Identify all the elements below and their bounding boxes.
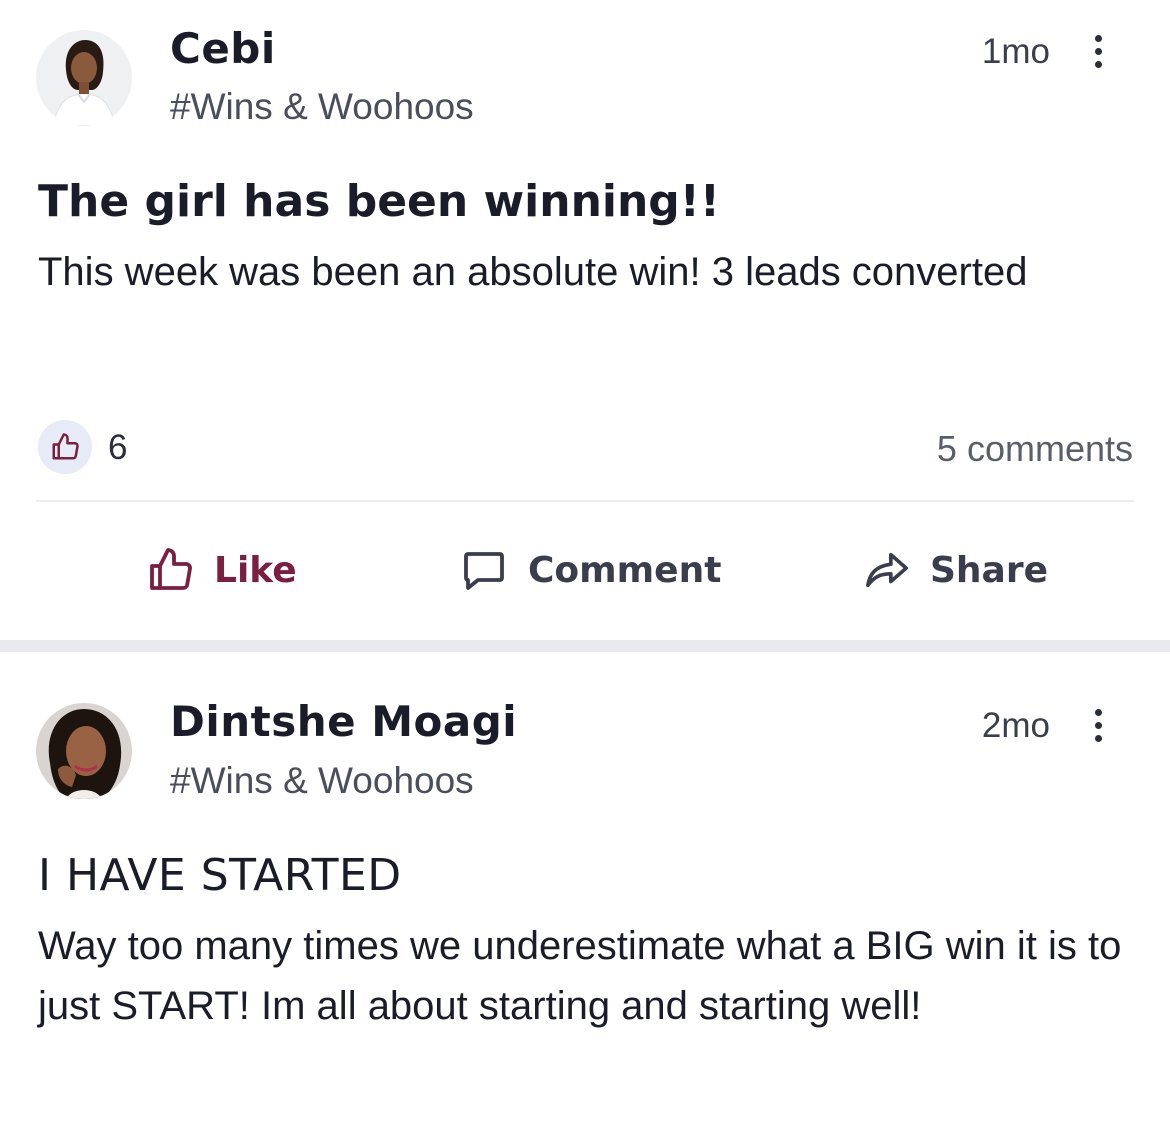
reaction-count: 6 xyxy=(108,428,128,467)
more-options-icon[interactable] xyxy=(1084,32,1114,72)
post-body: This week was been an absolute win! 3 le… xyxy=(38,250,1028,294)
like-label: Like xyxy=(214,549,297,591)
divider xyxy=(36,500,1134,502)
post-title: I HAVE STARTED xyxy=(38,850,402,901)
comments-count-link[interactable]: 5 comments xyxy=(937,428,1133,470)
thumbs-up-icon[interactable] xyxy=(38,420,92,474)
share-label: Share xyxy=(930,549,1049,591)
post-separator xyxy=(0,640,1170,652)
post-title: The girl has been winning!! xyxy=(38,176,720,227)
share-button[interactable]: Share xyxy=(864,538,1048,602)
share-icon xyxy=(866,552,908,588)
comment-label: Comment xyxy=(528,549,722,591)
feed: Cebi #Wins & Woohoos 1mo The girl has be… xyxy=(0,0,1170,1140)
channel-tag[interactable]: #Wins & Woohoos xyxy=(170,86,474,128)
author-name[interactable]: Cebi xyxy=(170,24,276,73)
author-name[interactable]: Dintshe Moagi xyxy=(170,697,517,746)
thumbs-up-icon xyxy=(150,548,192,590)
post-timestamp: 2mo xyxy=(981,706,1050,745)
more-options-icon[interactable] xyxy=(1084,706,1114,746)
post-card: Dintshe Moagi #Wins & Woohoos 2mo I HAVE… xyxy=(0,652,1170,1140)
comment-button[interactable]: Comment xyxy=(460,538,721,602)
comment-icon xyxy=(464,552,504,590)
channel-tag[interactable]: #Wins & Woohoos xyxy=(170,760,474,802)
post-card: Cebi #Wins & Woohoos 1mo The girl has be… xyxy=(0,0,1170,640)
post-timestamp: 1mo xyxy=(981,32,1050,71)
post-body: Way too many times we underestimate what… xyxy=(38,924,1122,1028)
author-avatar[interactable] xyxy=(36,30,132,126)
like-button[interactable]: Like xyxy=(146,538,297,602)
author-avatar[interactable] xyxy=(36,703,132,799)
